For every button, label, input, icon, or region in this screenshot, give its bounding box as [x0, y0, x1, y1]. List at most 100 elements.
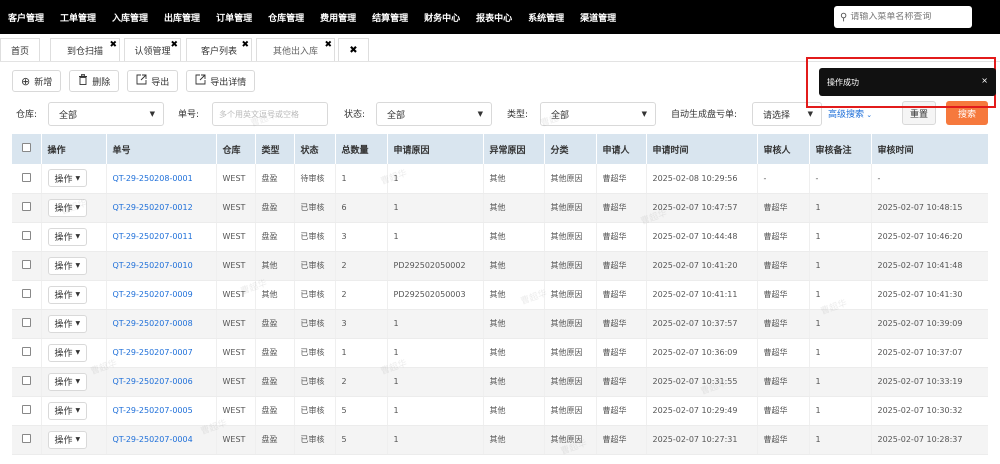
nav-item-5[interactable]: 仓库管理	[260, 11, 312, 24]
table-cell: 已审核	[294, 280, 336, 310]
row-checkbox[interactable]	[21, 347, 31, 356]
tab-3[interactable]: 客户列表 ✖	[186, 38, 252, 61]
menu-search-input[interactable]	[850, 12, 961, 22]
row-op-button[interactable]: 操作 ▼	[47, 256, 88, 275]
close-icon[interactable]: ✖	[324, 40, 332, 50]
row-checkbox[interactable]	[21, 231, 31, 240]
table-cell: WEST	[216, 396, 256, 426]
nav-item-11[interactable]: 渠道管理	[572, 11, 624, 24]
warehouse-select[interactable]: 全部 ▼	[48, 102, 164, 126]
table-cell: 1	[387, 425, 484, 455]
table-cell: 其他	[483, 222, 545, 252]
row-checkbox[interactable]	[21, 202, 31, 211]
column-header: 异常原因	[483, 134, 545, 164]
nav-item-4[interactable]: 订单管理	[208, 11, 260, 24]
nav-item-2[interactable]: 入库管理	[104, 11, 156, 24]
chevron-down-icon: ▼	[75, 349, 81, 356]
chevron-down-icon: ▼	[75, 291, 81, 298]
export-detail-button[interactable]: 导出详情	[186, 70, 256, 92]
type-select[interactable]: 全部 ▼	[540, 102, 656, 126]
table-cell: 2025-02-07 10:33:19	[871, 367, 988, 397]
table-cell: 1	[387, 396, 484, 426]
order-code-link[interactable]: QT-29-250207-0006	[106, 367, 217, 397]
row-op-button[interactable]: 操作 ▼	[47, 430, 88, 449]
code-input[interactable]	[212, 102, 328, 126]
order-code-link[interactable]: QT-29-250207-0004	[106, 425, 217, 455]
table-cell: 其他原因	[544, 338, 597, 368]
row-checkbox[interactable]	[21, 376, 31, 385]
row-checkbox[interactable]	[21, 434, 31, 443]
order-code-link[interactable]: QT-29-250207-0007	[106, 338, 217, 368]
row-checkbox[interactable]	[21, 289, 31, 298]
row-op-button[interactable]: 操作 ▼	[47, 372, 88, 391]
table-cell: WEST	[216, 193, 256, 223]
tab-2[interactable]: 认领管理 ✖	[124, 38, 181, 61]
column-header: 类型	[255, 134, 295, 164]
row-checkbox[interactable]	[21, 260, 31, 269]
nav-item-1[interactable]: 工单管理	[52, 11, 104, 24]
nav-item-6[interactable]: 费用管理	[312, 11, 364, 24]
row-select-cell	[12, 338, 42, 368]
table-row: 操作 ▼ QT-29-250207-0006 WEST 盘盈 已审核 2 1 其他 其他原因 曹超华…	[12, 367, 988, 397]
row-op-button[interactable]: 操作 ▼	[47, 227, 88, 246]
table-cell: 其他	[483, 251, 545, 281]
tab-0[interactable]: 首页	[0, 38, 40, 61]
order-code-link[interactable]: QT-29-250207-0005	[106, 396, 217, 426]
table-cell: 其他	[255, 280, 295, 310]
order-code-link[interactable]: QT-29-250207-0009	[106, 280, 217, 310]
delete-button[interactable]: 删除	[69, 70, 120, 92]
nav-item-9[interactable]: 报表中心	[468, 11, 520, 24]
row-checkbox[interactable]	[21, 318, 31, 327]
tab-1[interactable]: 到仓扫描 ✖	[50, 38, 120, 61]
chevron-down-icon: ▼	[807, 110, 813, 118]
row-op-button[interactable]: 操作 ▼	[47, 198, 88, 217]
nav-item-7[interactable]: 结算管理	[364, 11, 416, 24]
row-op-label: 操作	[54, 436, 73, 446]
row-checkbox[interactable]	[21, 172, 31, 182]
table-row: 操作 ▼ QT-29-250207-0005 WEST 盘盈 已审核 5 1 其他 其他原因 曹超华…	[12, 396, 988, 426]
table-cell: 2	[335, 280, 388, 310]
order-code-link[interactable]: QT-29-250207-0012	[106, 193, 217, 223]
table-cell: -	[757, 164, 810, 194]
row-op-button[interactable]: 操作 ▼	[47, 169, 88, 188]
row-op-button[interactable]: 操作 ▼	[47, 343, 88, 362]
chevron-down-icon: ▼	[75, 407, 81, 414]
close-icon[interactable]: ✖	[109, 40, 117, 50]
order-code-link[interactable]: QT-29-250208-0001	[106, 164, 217, 194]
nav-menu: 客户管理 工单管理 入库管理 出库管理 订单管理 仓库管理 费用管理 结算管理 财务中心 报表中心…	[0, 0, 624, 34]
row-op-button[interactable]: 操作 ▼	[47, 401, 88, 420]
nav-item-0[interactable]: 客户管理	[0, 11, 52, 24]
menu-search[interactable]: ⚲	[834, 6, 972, 28]
plus-circle-icon: ⊕	[21, 74, 31, 88]
row-select-cell	[12, 251, 42, 281]
close-icon[interactable]: ✖	[241, 40, 249, 50]
close-icon[interactable]: ×	[981, 76, 988, 85]
order-code-link[interactable]: QT-29-250207-0008	[106, 309, 217, 339]
table-cell: 1	[809, 222, 872, 252]
status-select[interactable]: 全部 ▼	[376, 102, 492, 126]
row-op-cell: 操作 ▼	[41, 222, 107, 252]
export-button[interactable]: 导出	[127, 70, 179, 92]
select-all-checkbox[interactable]	[21, 143, 31, 152]
advanced-search-link[interactable]: 高级搜索 ⌄	[828, 107, 872, 120]
row-checkbox[interactable]	[21, 405, 31, 414]
row-op-button[interactable]: 操作 ▼	[47, 285, 88, 304]
close-icon[interactable]: ✖	[170, 40, 178, 50]
table-cell: 2025-02-07 10:41:30	[871, 280, 988, 310]
tab-5[interactable]: ✖	[338, 38, 369, 61]
nav-item-10[interactable]: 系统管理	[520, 11, 572, 24]
warehouse-label: 仓库:	[16, 110, 38, 120]
type-label: 类型:	[507, 110, 529, 120]
table-cell: 其他原因	[544, 222, 597, 252]
chevron-down-icon: ▼	[641, 110, 647, 118]
table-cell: 2025-02-07 10:41:20	[646, 251, 758, 281]
add-button[interactable]: ⊕ 新增	[12, 70, 62, 92]
close-icon[interactable]: ✖	[349, 45, 357, 56]
order-code-link[interactable]: QT-29-250207-0011	[106, 222, 217, 252]
row-op-button[interactable]: 操作 ▼	[47, 314, 88, 333]
table-cell: 其他	[483, 193, 545, 223]
tab-4[interactable]: 其他出入库 ✖	[256, 38, 335, 61]
order-code-link[interactable]: QT-29-250207-0010	[106, 251, 217, 281]
nav-item-3[interactable]: 出库管理	[156, 11, 208, 24]
nav-item-8[interactable]: 财务中心	[416, 11, 468, 24]
